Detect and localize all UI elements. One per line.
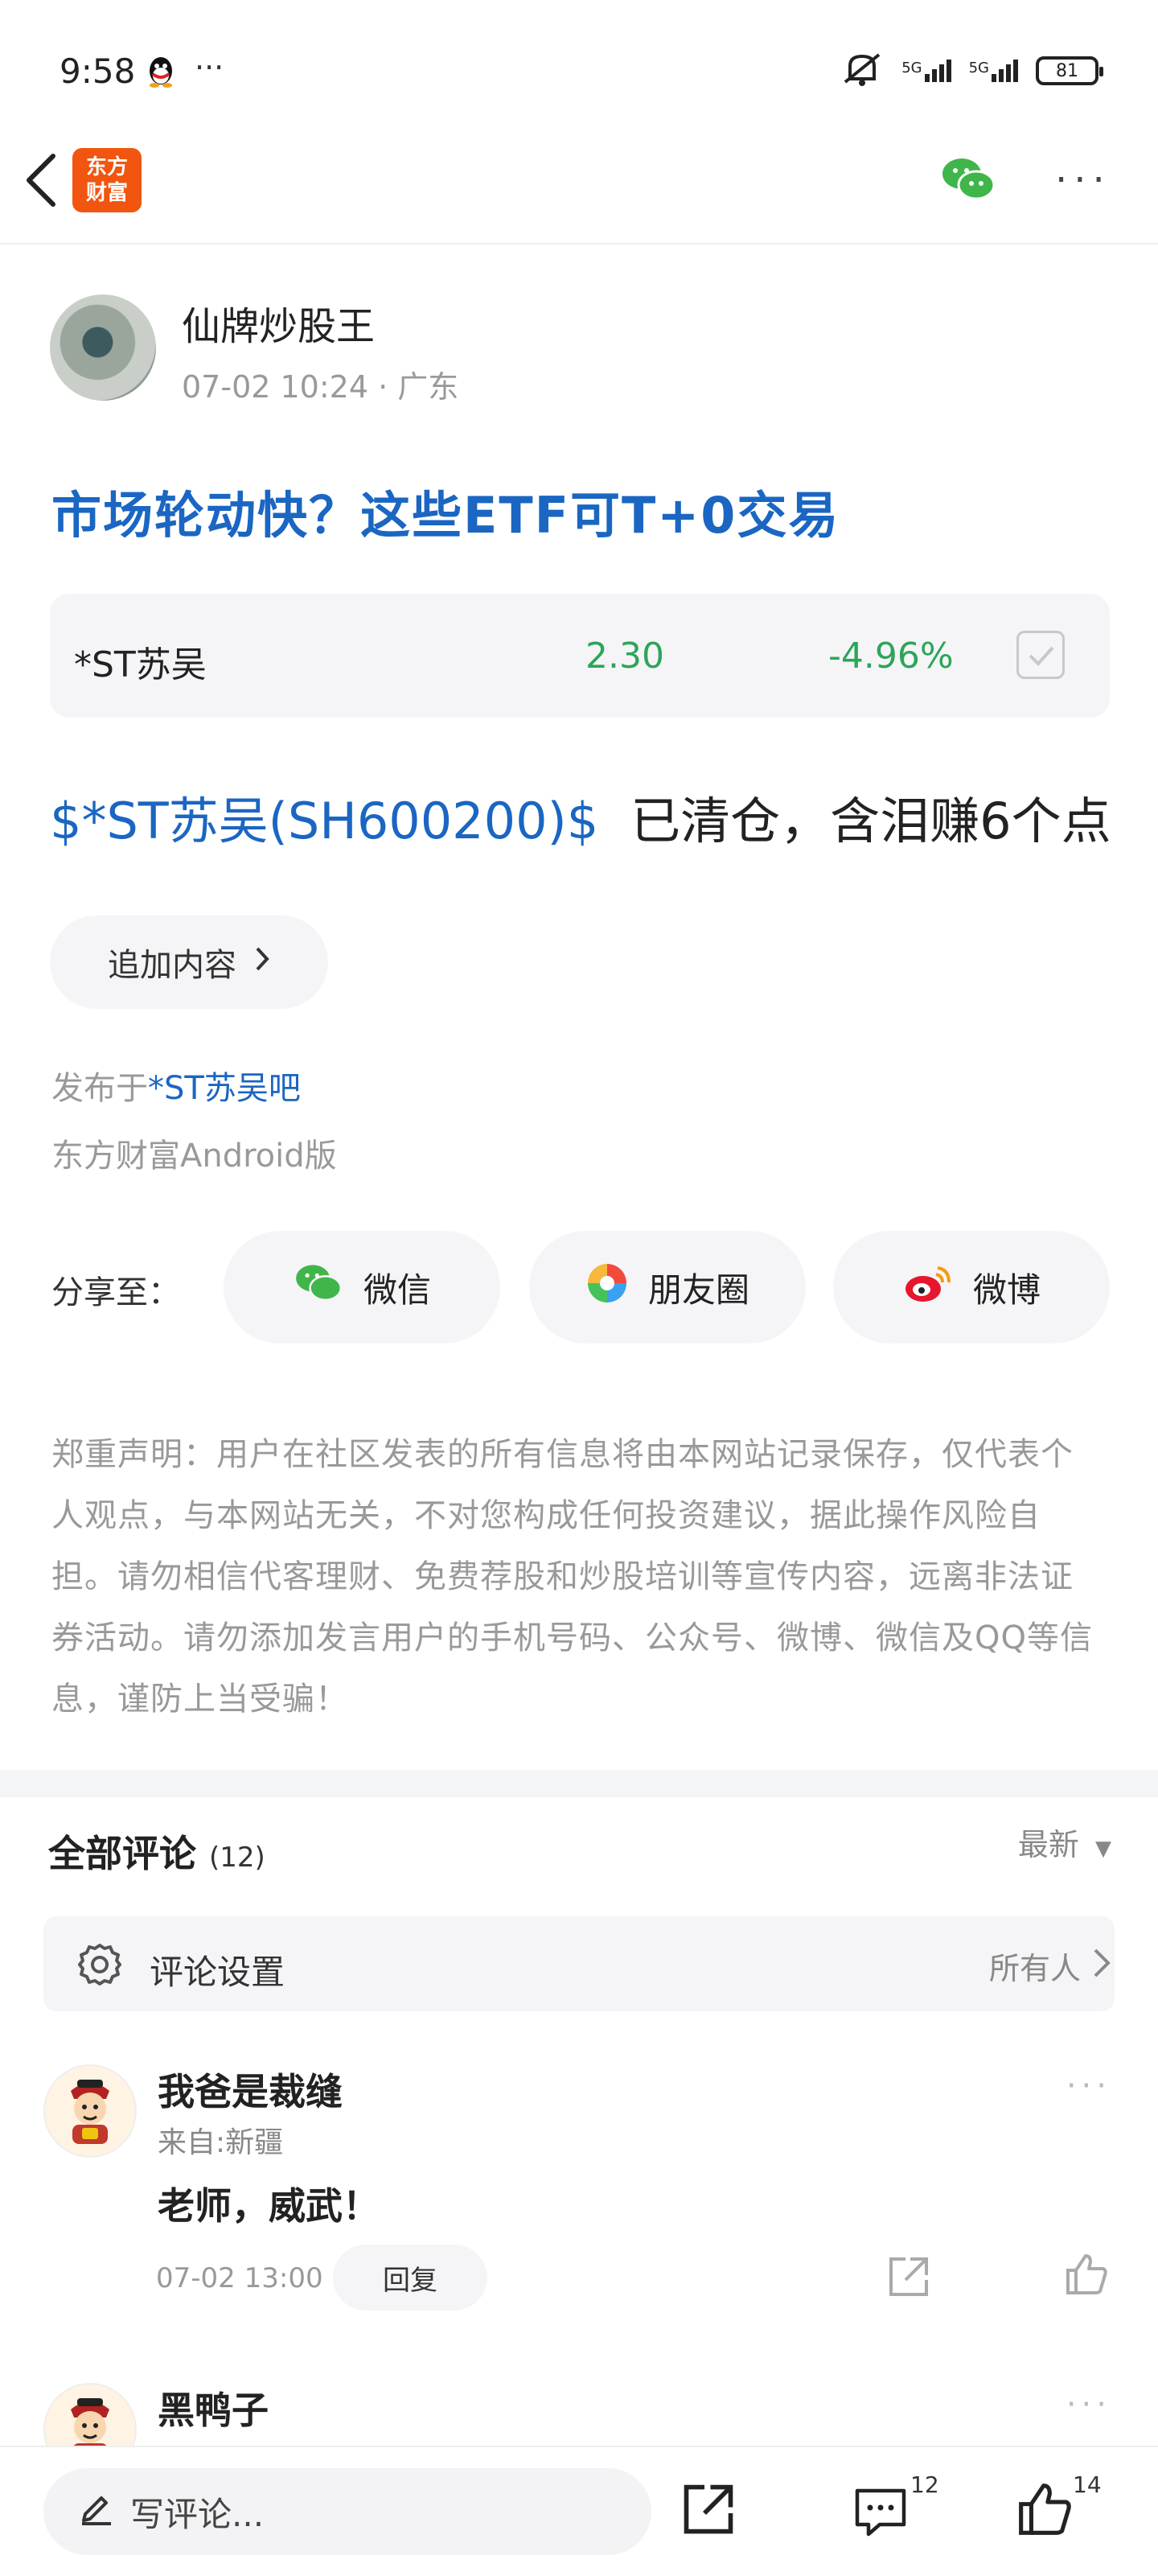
share-wechat-button[interactable]: 微信 [224,1231,500,1344]
like-count-badge: 14 [1073,2471,1102,2498]
battery-icon: 81 [1036,56,1103,85]
commenter-name[interactable]: 我爸是裁缝 [158,2063,343,2116]
status-more: ··· [195,50,224,85]
app-logo: 东方 财富 [72,148,142,212]
comment-text: 老师，威武！ [158,2184,380,2228]
bar-link[interactable]: *ST苏吴吧 [148,1070,301,1107]
commenter-location: 来自:新疆 [158,2126,284,2159]
like-icon[interactable] [1015,2479,1074,2542]
promo-title-link[interactable]: 市场轮动快？这些ETF可T+0交易 [51,475,840,547]
stock-price: 2.30 [585,636,664,677]
stock-change: -4.96% [828,636,954,677]
write-comment-input[interactable]: 写评论... [43,2468,651,2555]
stock-name: *ST苏吴 [74,644,207,685]
section-separator [0,1770,1158,1797]
commenter-avatar[interactable] [43,2064,137,2158]
moments-icon [585,1261,629,1313]
post-text: 已清仓，含泪赚6个点 [630,792,1111,850]
post-body: $*ST苏吴(SH600200)$ 已清仓，含泪赚6个点 [50,780,1111,853]
status-time: 9:58 [60,51,136,91]
back-icon[interactable] [18,150,66,211]
author-name[interactable]: 仙牌炒股王 [182,294,375,351]
share-moments-button[interactable]: 朋友圈 [529,1231,806,1344]
comment-more-icon[interactable]: ··· [1066,2068,1111,2105]
add-watchlist-checkbox[interactable] [1016,631,1065,679]
pencil-icon [79,2490,114,2533]
header-divider [0,243,1158,245]
comment-count-badge: 12 [910,2471,939,2498]
comments-count: (12) [209,1841,265,1874]
gear-icon [76,1940,124,1989]
comments-title: 全部评论 (12) [48,1832,265,1875]
chevron-right-icon [1092,1947,1111,1982]
qq-icon [146,55,175,88]
append-content-button[interactable]: 追加内容 [50,916,328,1009]
reply-button[interactable]: 回复 [333,2245,487,2311]
share-icon[interactable] [886,2254,931,2302]
weibo-icon [902,1261,954,1313]
more-menu-icon[interactable]: ··· [1055,158,1111,203]
share-label: 分享至： [51,1274,180,1311]
triangle-down-icon: ▼ [1095,1837,1111,1861]
share-weibo-button[interactable]: 微博 [833,1231,1110,1344]
comment-more-icon[interactable]: ··· [1066,2386,1111,2423]
platform-label: 东方财富Android版 [51,1138,337,1175]
like-icon[interactable] [1063,2251,1110,2301]
sort-dropdown[interactable]: 最新 ▼ [1018,1820,1111,1864]
disclaimer: 郑重声明：用户在社区发表的所有信息将由本网站记录保存，仅代表个人观点，与本网站无… [51,1436,1093,1718]
share-icon[interactable] [680,2481,737,2541]
status-indicators: 5G 5G 81 [840,50,1103,92]
signal-1-icon: 5G [901,60,951,82]
commenter-name[interactable]: 黑鸭子 [158,2381,269,2434]
wechat-icon[interactable] [939,154,997,204]
comment-settings-value: 所有人 [988,1951,1081,1986]
published-in: 发布于*ST苏吴吧 [51,1070,301,1107]
wechat-icon [293,1261,344,1313]
author-avatar[interactable] [50,294,156,401]
chevron-right-icon [254,944,270,981]
mute-icon [840,50,884,92]
comment-time: 07-02 13:00 [156,2262,323,2294]
post-meta: 07-02 10:24 · 广东 [182,369,459,405]
comment-icon[interactable] [852,2486,909,2542]
comment-settings-label: 评论设置 [150,1953,285,1992]
stock-tag-link[interactable]: $*ST苏吴(SH600200)$ [50,792,598,850]
signal-2-icon: 5G [969,60,1018,82]
